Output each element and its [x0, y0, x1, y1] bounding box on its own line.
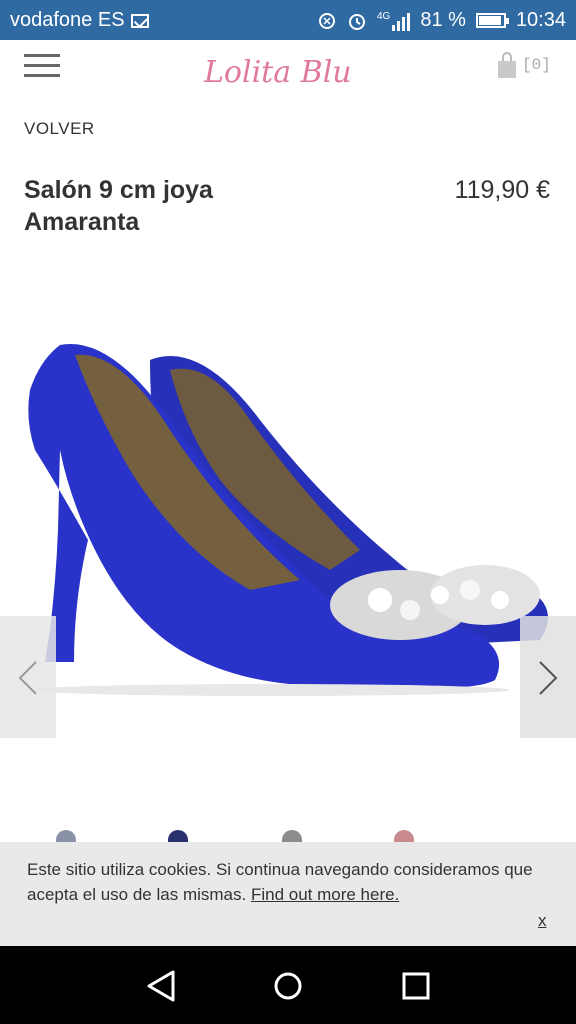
cart-count: [0] [522, 56, 551, 74]
cookie-close-button[interactable]: x [538, 908, 547, 933]
status-right: 4G 81 % 10:34 [317, 9, 566, 32]
thumbnail-4[interactable] [394, 830, 414, 842]
thumbnail-3[interactable] [282, 830, 302, 842]
alarm-icon [349, 13, 365, 30]
menu-icon[interactable] [24, 54, 60, 78]
product-title: Salón 9 cm joya Amaranta [24, 176, 213, 236]
product-image [28, 343, 548, 696]
data-saver-icon [319, 12, 335, 29]
product-price: 119,90 € [454, 176, 550, 204]
logo[interactable]: Lolita Blu [202, 44, 376, 96]
color-thumbnails [0, 826, 576, 842]
status-left: vodafone ES [10, 9, 149, 32]
recents-icon[interactable] [398, 968, 434, 1004]
home-icon[interactable] [270, 968, 306, 1004]
network-type: 4G [377, 10, 391, 22]
cookie-text: Este sitio utiliza cookies. Si continua … [27, 857, 547, 907]
back-link[interactable]: VOLVER [24, 119, 95, 139]
thumbnail-1[interactable] [56, 830, 76, 842]
prev-image-button[interactable] [0, 616, 56, 738]
cart-button[interactable]: [0] [498, 52, 551, 78]
next-arrow-icon [539, 661, 558, 695]
carrier-name: vodafone ES [10, 9, 125, 31]
cart-icon [498, 52, 516, 78]
system-nav-bar [0, 946, 576, 1024]
battery-percent: 81 % [420, 9, 466, 31]
back-icon[interactable] [143, 968, 179, 1004]
prev-arrow-icon [18, 661, 37, 695]
next-image-button[interactable] [520, 616, 576, 738]
mail-icon [130, 13, 149, 28]
logo-text: Lolita Blu [203, 55, 352, 90]
status-bar: vodafone ES 4G 81 % 10:34 [0, 0, 576, 40]
thumbnail-2[interactable] [168, 830, 188, 842]
signal-icon: 4G [377, 10, 411, 31]
cookie-banner: Este sitio utiliza cookies. Si continua … [0, 842, 576, 946]
cookie-more-link[interactable]: Find out more here. [251, 885, 399, 904]
battery-icon [475, 13, 509, 28]
clock: 10:34 [515, 9, 566, 31]
site-header: Lolita Blu [0] [0, 40, 576, 102]
